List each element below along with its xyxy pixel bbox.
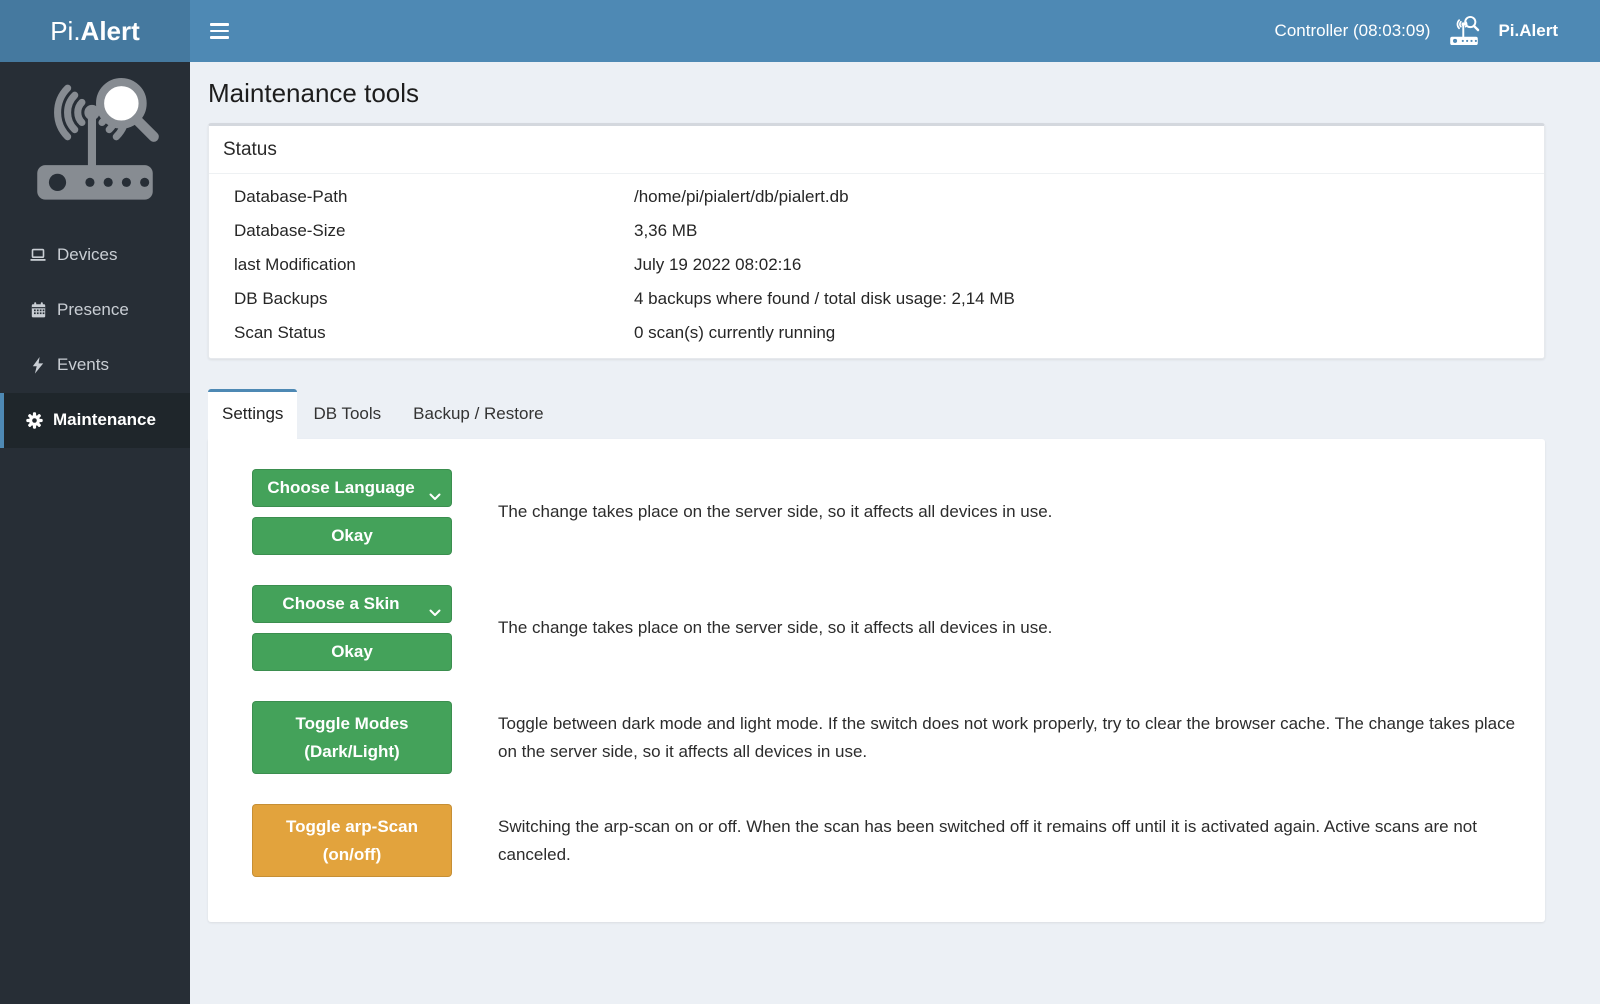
- status-row-value: /home/pi/pialert/db/pialert.db: [634, 187, 849, 207]
- toggle-modes-button-line1: Toggle Modes: [295, 710, 408, 738]
- toggle-arp-scan-button[interactable]: Toggle arp-Scan (on/off): [252, 804, 452, 877]
- toggle-modes-controls: Toggle Modes (Dark/Light): [252, 701, 452, 774]
- gear-icon: [24, 412, 44, 429]
- skin-setting-description: The change takes place on the server sid…: [498, 614, 1052, 642]
- language-setting-description: The change takes place on the server sid…: [498, 498, 1052, 526]
- navbar-brand-label[interactable]: Pi.Alert: [1498, 21, 1558, 41]
- router-scan-logo: [19, 78, 171, 204]
- calendar-icon: [28, 302, 48, 318]
- status-row-label: Database-Path: [234, 187, 634, 207]
- toggle-arp-scan-row: Toggle arp-Scan (on/off) Switching the a…: [252, 804, 1525, 877]
- top-navbar: Pi.Alert Controller (08:03:09): [0, 0, 1600, 62]
- status-table: Database-Path /home/pi/pialert/db/pialer…: [209, 174, 1544, 358]
- app-logo[interactable]: Pi.Alert: [0, 0, 190, 62]
- status-row-value: 3,36 MB: [634, 221, 697, 241]
- status-row-value: 0 scan(s) currently running: [634, 323, 835, 343]
- sidebar-item-label: Devices: [57, 245, 117, 265]
- choose-skin-select-label: Choose a Skin: [282, 594, 399, 614]
- sidebar-item-devices[interactable]: Devices: [0, 228, 190, 283]
- toggle-modes-description: Toggle between dark mode and light mode.…: [498, 710, 1525, 766]
- sidebar-item-label: Presence: [57, 300, 129, 320]
- tab-bar: Settings DB Tools Backup / Restore: [208, 389, 1545, 439]
- skin-setting-row: Choose a Skin Okay The change takes plac…: [252, 585, 1525, 671]
- sidebar-menu: Devices Presence: [0, 228, 190, 448]
- sidebar: Devices Presence: [0, 62, 190, 1004]
- status-panel: Status Database-Path /home/pi/pialert/db…: [208, 123, 1545, 359]
- sidebar-item-events[interactable]: Events: [0, 338, 190, 393]
- skin-controls: Choose a Skin Okay: [252, 585, 452, 671]
- bolt-icon: [28, 357, 48, 374]
- hamburger-icon[interactable]: [190, 0, 249, 62]
- status-row-value: July 19 2022 08:02:16: [634, 255, 801, 275]
- main-content: Maintenance tools Status Database-Path /…: [190, 62, 1600, 1004]
- toggle-arp-scan-button-line1: Toggle arp-Scan: [286, 813, 418, 841]
- sidebar-item-label: Maintenance: [53, 410, 156, 430]
- toggle-modes-button[interactable]: Toggle Modes (Dark/Light): [252, 701, 452, 774]
- navbar-right: Controller (08:03:09): [1275, 16, 1600, 46]
- logo-suffix: Alert: [81, 16, 140, 47]
- choose-language-select[interactable]: Choose Language: [252, 469, 452, 507]
- choose-language-select-label: Choose Language: [267, 478, 414, 498]
- status-panel-title: Status: [209, 126, 1544, 174]
- toggle-modes-button-line2: (Dark/Light): [304, 738, 399, 766]
- chevron-down-icon: [429, 602, 441, 622]
- language-setting-row: Choose Language Okay The change takes pl…: [252, 469, 1525, 555]
- chevron-down-icon: [429, 486, 441, 506]
- skin-okay-button[interactable]: Okay: [252, 633, 452, 671]
- sidebar-item-label: Events: [57, 355, 109, 375]
- logo-prefix: Pi.: [50, 16, 80, 47]
- choose-skin-select[interactable]: Choose a Skin: [252, 585, 452, 623]
- status-row-label: last Modification: [234, 255, 634, 275]
- toggle-modes-row: Toggle Modes (Dark/Light) Toggle between…: [252, 701, 1525, 774]
- router-scan-icon: [1445, 16, 1483, 46]
- laptop-icon: [28, 247, 48, 263]
- status-row-database-size: Database-Size 3,36 MB: [209, 214, 1544, 248]
- settings-tab-panel: Choose Language Okay The change takes pl…: [208, 439, 1545, 922]
- language-controls: Choose Language Okay: [252, 469, 452, 555]
- sidebar-item-presence[interactable]: Presence: [0, 283, 190, 338]
- status-row-label: DB Backups: [234, 289, 634, 309]
- status-row-label: Scan Status: [234, 323, 634, 343]
- page-title: Maintenance tools: [208, 62, 1545, 123]
- status-row-database-path: Database-Path /home/pi/pialert/db/pialer…: [209, 180, 1544, 214]
- tab-backup-restore[interactable]: Backup / Restore: [397, 389, 559, 439]
- toggle-arp-scan-description: Switching the arp-scan on or off. When t…: [498, 813, 1525, 869]
- sidebar-item-maintenance[interactable]: Maintenance: [0, 393, 190, 448]
- status-row-last-modification: last Modification July 19 2022 08:02:16: [209, 248, 1544, 282]
- navbar: Controller (08:03:09): [190, 0, 1600, 62]
- status-row-label: Database-Size: [234, 221, 634, 241]
- status-row-db-backups: DB Backups 4 backups where found / total…: [209, 282, 1544, 316]
- language-okay-button[interactable]: Okay: [252, 517, 452, 555]
- toggle-arp-scan-button-line2: (on/off): [323, 841, 382, 869]
- tab-settings[interactable]: Settings: [208, 389, 297, 439]
- status-row-scan-status: Scan Status 0 scan(s) currently running: [209, 316, 1544, 350]
- controller-status[interactable]: Controller (08:03:09): [1275, 21, 1431, 41]
- status-row-value: 4 backups where found / total disk usage…: [634, 289, 1015, 309]
- tab-db-tools[interactable]: DB Tools: [297, 389, 397, 439]
- toggle-arp-scan-controls: Toggle arp-Scan (on/off): [252, 804, 452, 877]
